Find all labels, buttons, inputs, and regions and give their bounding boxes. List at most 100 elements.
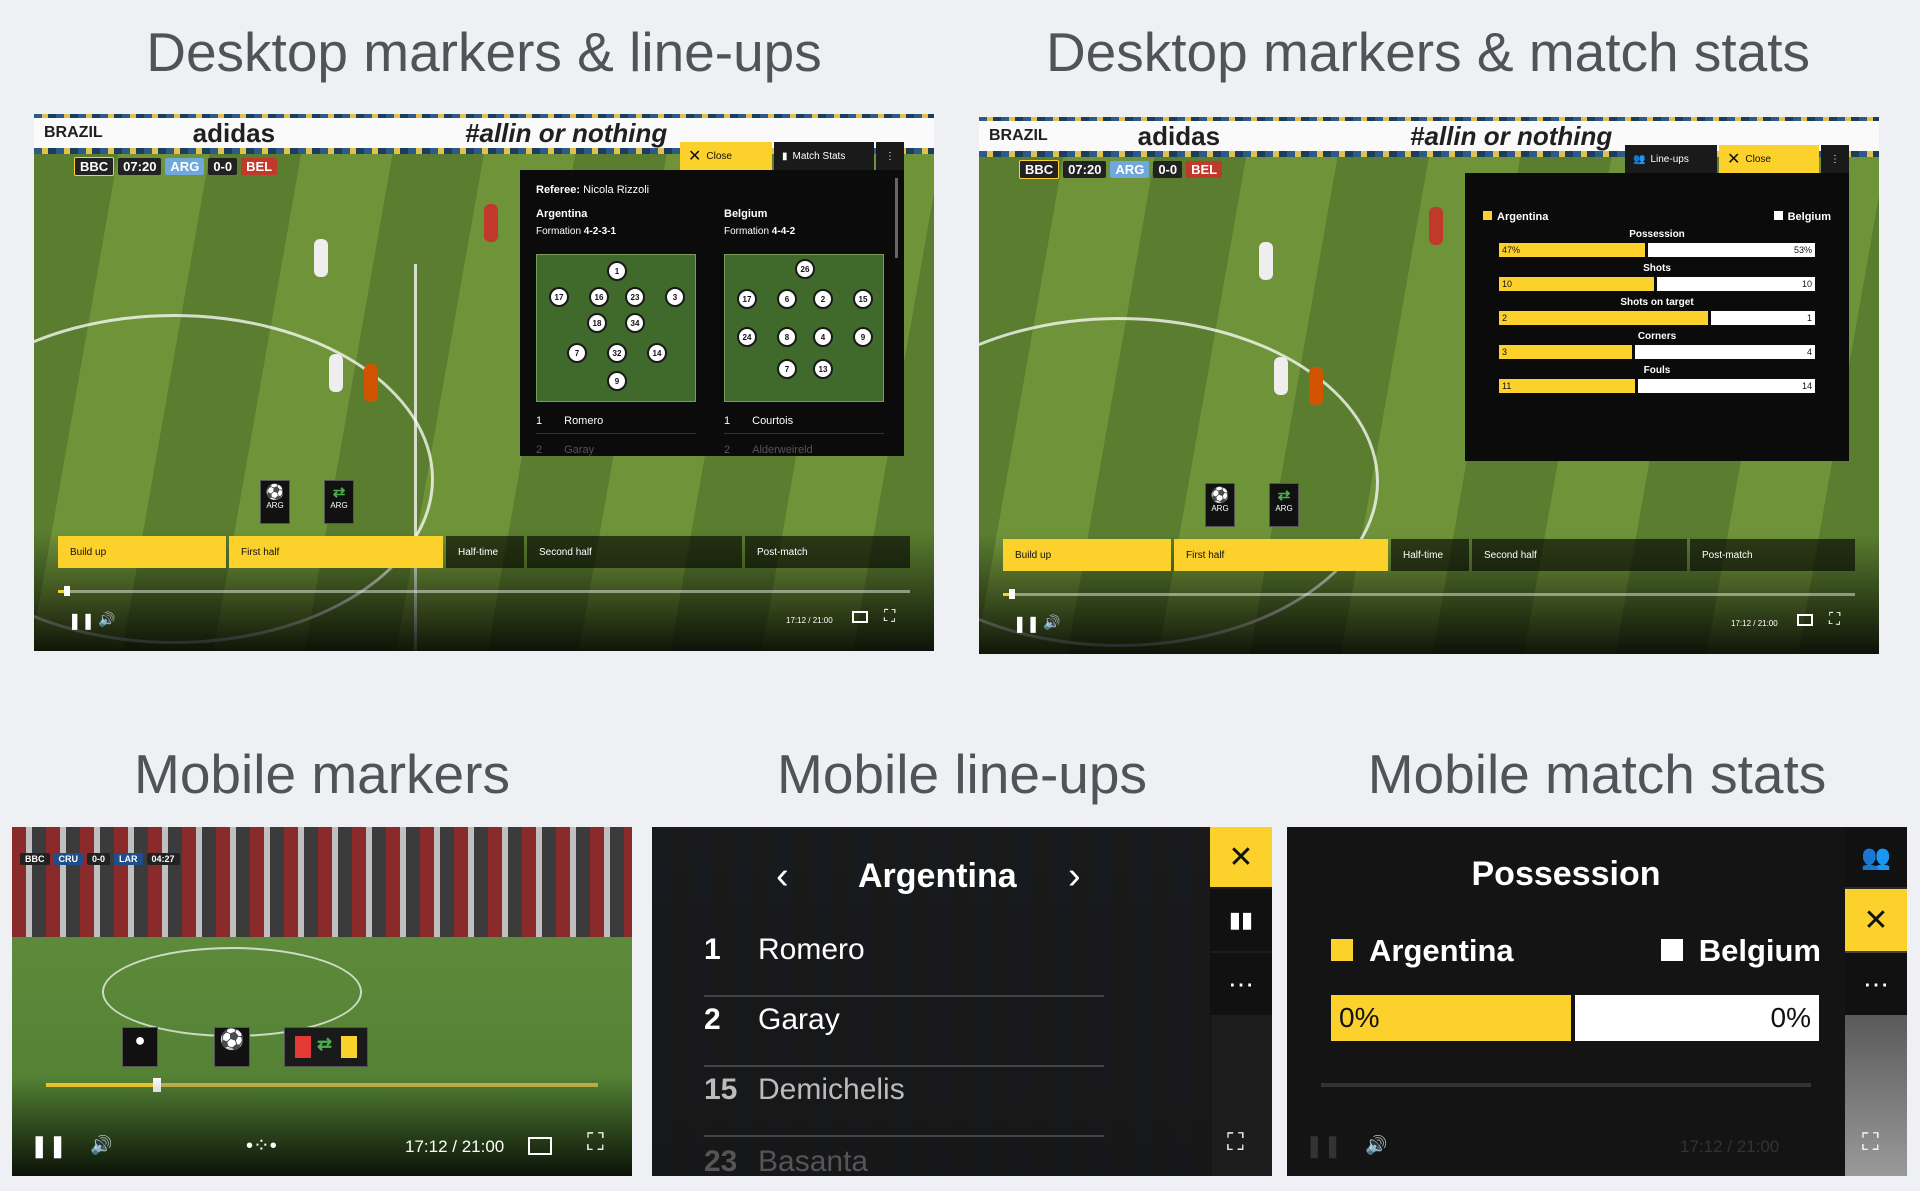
home-stat-value: 2 xyxy=(1502,313,1508,323)
scrollbar[interactable] xyxy=(895,178,898,258)
player-number-dot[interactable]: 6 xyxy=(777,289,797,309)
mobile-lineups-player[interactable]: ‹ Argentina › 1 Romero 2 Garay 15 Demicheli… xyxy=(652,827,1272,1176)
match-stats-button[interactable]: ▮ Match Stats xyxy=(774,142,874,170)
stat-label: Shots xyxy=(1643,263,1671,274)
picture-in-picture-icon[interactable] xyxy=(528,1137,552,1155)
more-options-button[interactable]: ⋮ xyxy=(1821,145,1849,173)
player-number-dot[interactable]: 15 xyxy=(853,289,873,309)
segment-half-time[interactable]: Half-time xyxy=(446,536,524,568)
list-item[interactable]: 1 Courtois xyxy=(724,415,884,434)
player-number-dot[interactable]: 34 xyxy=(625,313,645,333)
mobile-stats-player[interactable]: Possession Argentina Belgium 0% 0% ❚❚ 🔊 … xyxy=(1287,827,1907,1176)
stat-label: Shots on target xyxy=(1620,297,1694,308)
substitution-marker[interactable]: ⇄ ARG xyxy=(324,480,354,524)
picture-in-picture-icon[interactable] xyxy=(852,611,868,623)
player-number-dot[interactable]: 7 xyxy=(567,343,587,363)
player-number-dot[interactable]: 17 xyxy=(737,289,757,309)
away-formation-pitch: 26 17 6 2 15 24 8 4 9 7 13 xyxy=(724,254,884,402)
home-legend-swatch xyxy=(1483,211,1492,220)
player-number-dot[interactable]: 16 xyxy=(589,287,609,307)
segment-build-up[interactable]: Build up xyxy=(1003,539,1171,571)
volume-icon[interactable]: 🔊 xyxy=(98,611,115,628)
segment-second-half[interactable]: Second half xyxy=(1472,539,1687,571)
lineups-button[interactable]: 👥 xyxy=(1845,827,1907,887)
possession-bar: 0% 0% xyxy=(1331,995,1819,1041)
player-number-dot[interactable]: 13 xyxy=(813,359,833,379)
volume-icon[interactable]: 🔊 xyxy=(1365,1135,1387,1156)
bar-chart-icon: ▮ xyxy=(782,150,788,162)
goal-marker[interactable]: ⚽ ARG xyxy=(1205,483,1235,527)
progress-bar[interactable] xyxy=(1003,589,1855,599)
title-desktop-stats: Desktop markers & match stats xyxy=(1045,21,1811,83)
whistle-marker[interactable]: ● xyxy=(122,1027,158,1067)
segment-post-match[interactable]: Post-match xyxy=(745,536,910,568)
segment-post-match[interactable]: Post-match xyxy=(1690,539,1855,571)
segment-build-up[interactable]: Build up xyxy=(58,536,226,568)
picture-in-picture-icon[interactable] xyxy=(1797,614,1813,626)
substitution-marker[interactable]: ⇄ ARG xyxy=(1269,483,1299,527)
segment-first-half[interactable]: First half xyxy=(1174,539,1388,571)
close-button[interactable]: ✕ Close xyxy=(1719,145,1819,173)
list-item[interactable]: 23 Basanta xyxy=(704,1145,1104,1176)
player-number-dot[interactable]: 9 xyxy=(853,327,873,347)
volume-icon[interactable]: 🔊 xyxy=(1043,614,1060,631)
player-number-dot[interactable]: 26 xyxy=(795,259,815,279)
player-number-dot[interactable]: 14 xyxy=(647,343,667,363)
player-number-dot[interactable]: 9 xyxy=(607,371,627,391)
desktop-lineups-player[interactable]: BRAZIL adidas #allin or nothing BBC 07:2… xyxy=(34,114,934,651)
list-item[interactable]: 2 Garay xyxy=(704,1003,1104,1067)
player-number-dot[interactable]: 18 xyxy=(587,313,607,333)
player-number-dot[interactable]: 1 xyxy=(607,261,627,281)
kickoff-icon: ● xyxy=(134,1030,146,1050)
player-number-dot[interactable]: 24 xyxy=(737,327,757,347)
fullscreen-icon[interactable]: ⛶ xyxy=(1227,1129,1244,1157)
lineups-button[interactable]: 👥 Line-ups xyxy=(1625,145,1717,173)
more-options-button[interactable]: ⋮ xyxy=(876,142,904,170)
fullscreen-icon[interactable]: ⛶ xyxy=(587,1129,604,1157)
people-icon: 👥 xyxy=(1633,153,1646,165)
substitution-icon: ⇄ xyxy=(332,484,346,501)
list-item[interactable]: 15 Demichelis xyxy=(704,1073,1104,1137)
progress-bar[interactable] xyxy=(58,586,910,596)
away-stat-value: 14 xyxy=(1801,381,1812,391)
goal-marker[interactable]: ⚽ xyxy=(214,1027,250,1067)
markers-toggle-icon[interactable]: •⁘• xyxy=(246,1133,277,1158)
segment-half-time[interactable]: Half-time xyxy=(1391,539,1469,571)
volume-icon[interactable]: 🔊 xyxy=(90,1135,112,1156)
more-options-button[interactable]: ⋯ xyxy=(1210,953,1272,1015)
close-button[interactable]: ✕ Close xyxy=(680,142,772,170)
player-number-dot[interactable]: 32 xyxy=(607,343,627,363)
segment-second-half[interactable]: Second half xyxy=(527,536,742,568)
pause-button[interactable]: ❚❚ xyxy=(1013,614,1040,634)
player-number-dot[interactable]: 23 xyxy=(625,287,645,307)
goal-marker[interactable]: ⚽ ARG xyxy=(260,480,290,524)
more-options-button[interactable]: ⋯ xyxy=(1845,953,1907,1015)
fullscreen-icon[interactable]: ⛶ xyxy=(1829,611,1840,629)
player-number-dot[interactable]: 8 xyxy=(777,327,797,347)
player-number-dot[interactable]: 4 xyxy=(813,327,833,347)
list-item[interactable]: 1 Romero xyxy=(536,415,696,434)
segment-first-half[interactable]: First half xyxy=(229,536,443,568)
pause-button[interactable]: ❚❚ xyxy=(1305,1133,1342,1159)
score-bug: BBC CRU 0-0 LAR 04:27 xyxy=(20,849,180,869)
list-item[interactable]: 2 Garay xyxy=(536,444,594,456)
mobile-markers-player[interactable]: BBC CRU 0-0 LAR 04:27 ● ⚽ ⇄ ❚❚ 🔊 •⁘• 17:… xyxy=(12,827,632,1176)
close-button[interactable]: ✕ xyxy=(1845,889,1907,951)
previous-team-button[interactable]: ‹ xyxy=(776,855,789,898)
list-item[interactable]: 2 Alderweireld xyxy=(724,444,813,456)
pause-button[interactable]: ❚❚ xyxy=(68,611,95,631)
fullscreen-icon[interactable]: ⛶ xyxy=(884,608,895,626)
player-number-dot[interactable]: 2 xyxy=(813,289,833,309)
home-team-name: Argentina xyxy=(536,208,588,220)
pause-button[interactable]: ❚❚ xyxy=(30,1133,67,1159)
close-button[interactable]: ✕ xyxy=(1210,827,1272,887)
player-number-dot[interactable]: 7 xyxy=(777,359,797,379)
cards-marker[interactable]: ⇄ xyxy=(284,1027,368,1067)
desktop-stats-player[interactable]: BRAZIL adidas #allin or nothing BBC 07:2… xyxy=(979,117,1879,654)
fullscreen-icon[interactable]: ⛶ xyxy=(1862,1129,1879,1157)
player-number-dot[interactable]: 17 xyxy=(549,287,569,307)
player-number-dot[interactable]: 3 xyxy=(665,287,685,307)
next-team-button[interactable]: › xyxy=(1068,855,1081,898)
list-item[interactable]: 1 Romero xyxy=(704,933,1104,997)
match-stats-button[interactable]: ▮▮ xyxy=(1210,889,1272,951)
